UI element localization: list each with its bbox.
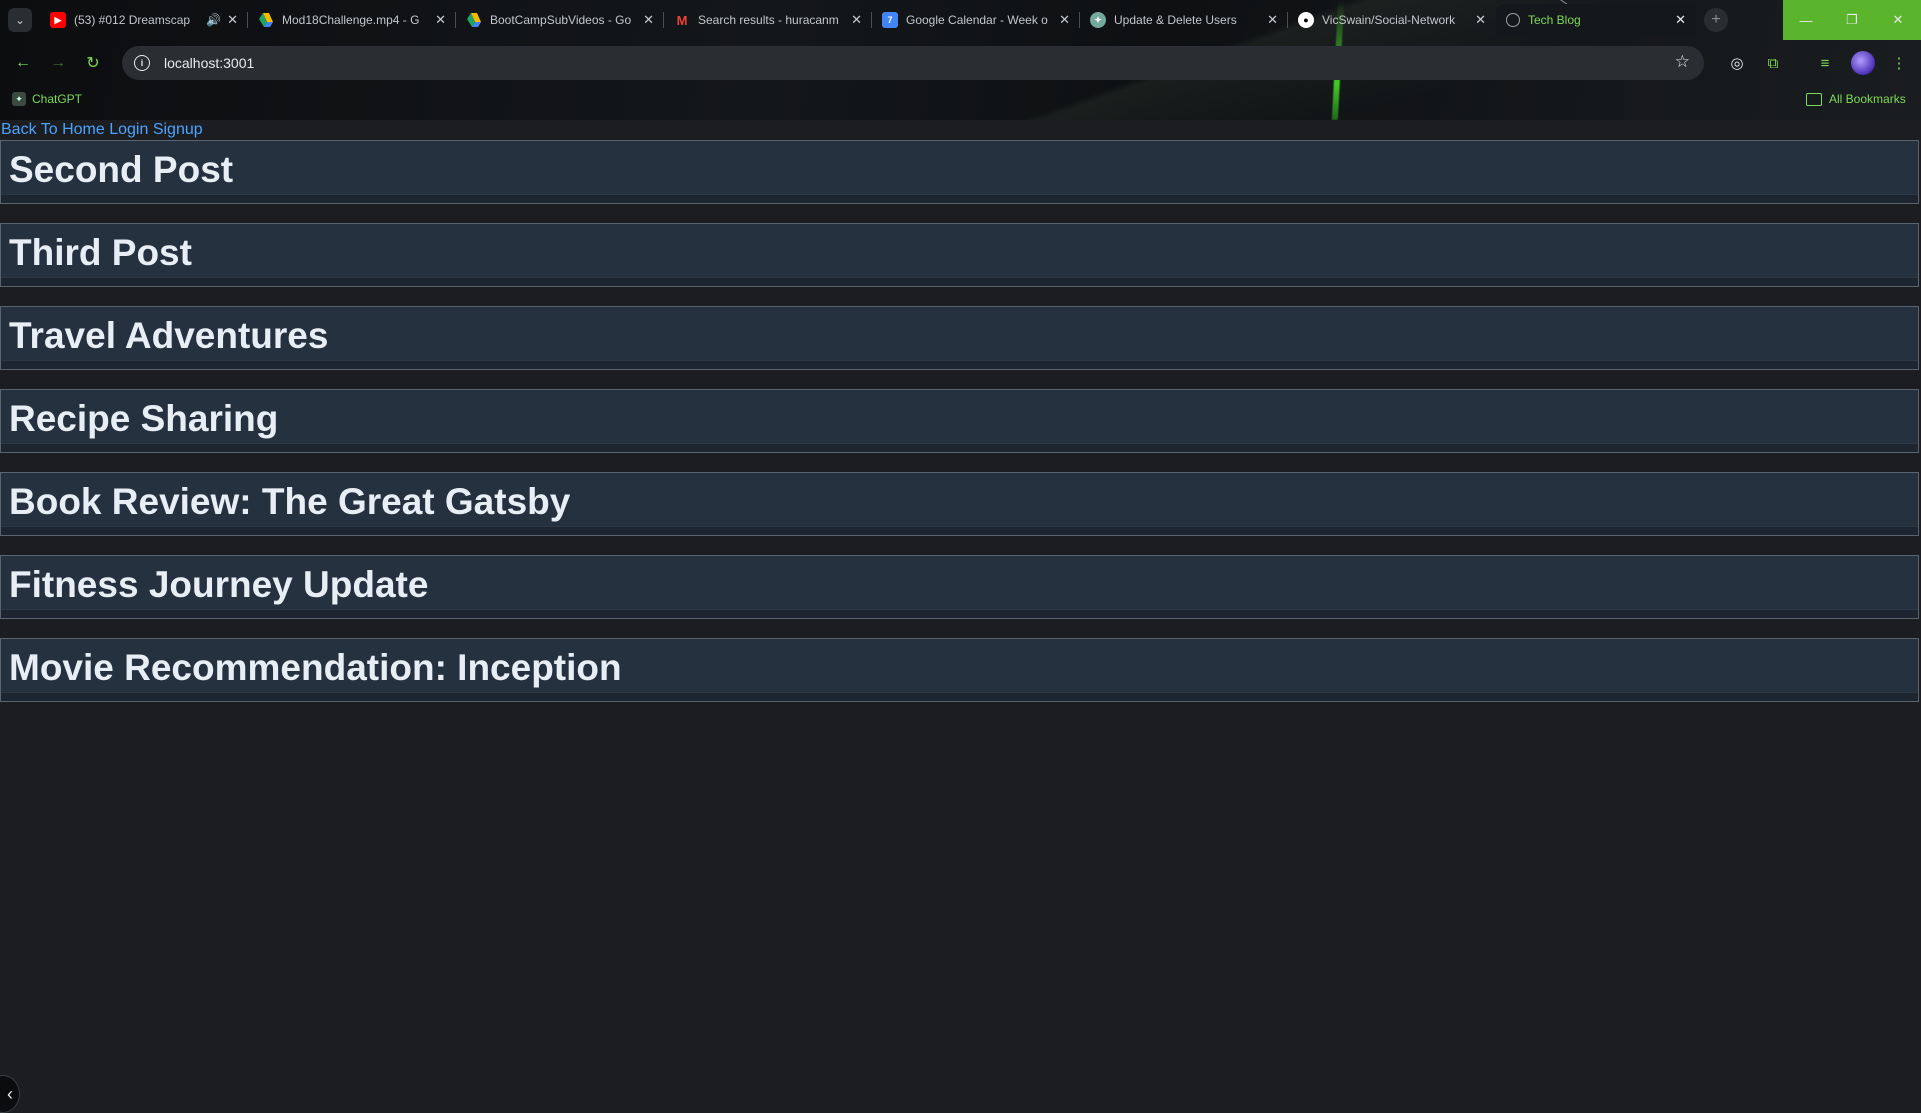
folder-icon xyxy=(1806,92,1822,106)
tab-tech-blog-active[interactable]: Tech Blog ✕ xyxy=(1496,4,1696,36)
tab-title: Search results - huracanm xyxy=(698,13,839,27)
close-tab-icon[interactable]: ✕ xyxy=(1059,12,1070,28)
post-title[interactable]: Travel Adventures xyxy=(9,315,328,357)
minimize-button[interactable]: — xyxy=(1783,0,1829,40)
incognito-extension-icon[interactable]: ◎ xyxy=(1726,52,1748,74)
extensions-puzzle-icon[interactable]: ⧉ xyxy=(1762,52,1784,74)
all-bookmarks-button[interactable]: All Bookmarks xyxy=(1806,92,1906,106)
post-card[interactable]: Recipe Sharing xyxy=(0,389,1919,453)
close-tab-icon[interactable]: ✕ xyxy=(1475,12,1486,28)
post-title[interactable]: Fitness Journey Update xyxy=(9,564,428,606)
globe-icon xyxy=(1506,13,1520,27)
post-card[interactable]: Fitness Journey Update xyxy=(0,555,1919,619)
google-calendar-icon: 7 xyxy=(882,12,898,28)
chatgpt-icon: ✦ xyxy=(12,92,26,106)
close-tab-icon[interactable]: ✕ xyxy=(643,12,654,28)
chatgpt-icon: ✦ xyxy=(1090,12,1106,28)
tab-title: Update & Delete Users xyxy=(1114,13,1237,27)
back-to-home-link[interactable]: Back To Home xyxy=(1,121,105,138)
bookmark-star-icon[interactable]: ☆ xyxy=(1675,52,1690,72)
site-nav: Back To Home Login Signup xyxy=(1,120,203,140)
post-card[interactable]: Movie Recommendation: Inception xyxy=(0,638,1919,702)
all-bookmarks-label: All Bookmarks xyxy=(1829,92,1906,106)
close-tab-icon[interactable]: ✕ xyxy=(851,12,862,28)
reload-icon[interactable]: ↻ xyxy=(80,50,106,76)
post-card[interactable]: Second Post xyxy=(0,140,1919,204)
tab-title: Google Calendar - Week o xyxy=(906,13,1048,27)
post-card-footer xyxy=(1,443,1918,452)
site-info-icon[interactable]: i xyxy=(134,55,150,71)
close-tab-icon[interactable]: ✕ xyxy=(1267,12,1278,28)
post-card[interactable]: Travel Adventures xyxy=(0,306,1919,370)
new-tab-button[interactable]: + xyxy=(1704,8,1728,32)
tab-title: Tech Blog xyxy=(1528,13,1581,27)
tab-drive-2[interactable]: BootCampSubVideos - Go ✕ xyxy=(456,4,664,36)
login-link[interactable]: Login xyxy=(109,121,148,138)
google-drive-icon xyxy=(258,12,274,28)
close-tab-icon[interactable]: ✕ xyxy=(435,12,446,28)
post-title[interactable]: Recipe Sharing xyxy=(9,398,278,440)
post-title[interactable]: Third Post xyxy=(9,232,192,274)
post-card-footer xyxy=(1,194,1918,203)
audio-icon[interactable]: 🔊 xyxy=(206,13,221,27)
gmail-icon: M xyxy=(676,12,688,28)
close-window-button[interactable]: ✕ xyxy=(1875,0,1921,40)
reading-list-icon[interactable]: ≡ xyxy=(1814,52,1836,74)
post-card-footer xyxy=(1,609,1918,618)
tab-drive-1[interactable]: Mod18Challenge.mp4 - G ✕ xyxy=(248,4,456,36)
post-title[interactable]: Movie Recommendation: Inception xyxy=(9,647,622,689)
more-menu-icon[interactable]: ⋮ xyxy=(1888,52,1910,74)
tab-search-chevron-icon[interactable]: ⌄ xyxy=(8,8,32,32)
tab-title: VicSwain/Social-Network xyxy=(1322,13,1456,27)
back-arrow-icon[interactable]: ← xyxy=(10,50,36,76)
post-card-footer xyxy=(1,692,1918,701)
tab-chatgpt[interactable]: ✦ Update & Delete Users ✕ xyxy=(1080,4,1288,36)
tab-youtube[interactable]: ▶ (53) #012 Dreamscap 🔊 ✕ xyxy=(40,4,248,36)
bookmark-chatgpt[interactable]: ✦ ChatGPT xyxy=(12,92,82,106)
post-card-footer xyxy=(1,526,1918,535)
post-card[interactable]: Third Post xyxy=(0,223,1919,287)
page-content: Back To Home Login Signup Second Post Th… xyxy=(0,120,1921,1113)
tab-calendar[interactable]: 7 Google Calendar - Week o ✕ xyxy=(872,4,1080,36)
post-card-footer xyxy=(1,277,1918,286)
forward-arrow-icon[interactable]: → xyxy=(45,50,71,76)
tab-gmail[interactable]: M Search results - huracanm ✕ xyxy=(664,4,872,36)
tab-strip: ⌄ ▶ (53) #012 Dreamscap 🔊 ✕ Mod18Challen… xyxy=(0,0,1921,40)
bookmarks-bar: ✦ ChatGPT All Bookmarks xyxy=(0,88,1921,112)
google-drive-icon xyxy=(466,12,482,28)
github-icon: ● xyxy=(1298,12,1314,28)
browser-chrome: ⌄ ▶ (53) #012 Dreamscap 🔊 ✕ Mod18Challen… xyxy=(0,0,1921,120)
tab-github[interactable]: ● VicSwain/Social-Network ✕ xyxy=(1288,4,1496,36)
tab-title: BootCampSubVideos - Go xyxy=(490,13,632,27)
close-tab-icon[interactable]: ✕ xyxy=(227,12,238,28)
tab-title: Mod18Challenge.mp4 - G xyxy=(282,13,420,27)
post-card-footer xyxy=(1,360,1918,369)
youtube-icon: ▶ xyxy=(50,12,66,28)
close-tab-icon[interactable]: ✕ xyxy=(1675,12,1686,28)
tab-title: (53) #012 Dreamscap xyxy=(74,13,191,27)
post-card[interactable]: Book Review: The Great Gatsby xyxy=(0,472,1919,536)
restore-button[interactable]: ❐ xyxy=(1829,0,1875,40)
profile-avatar[interactable] xyxy=(1851,51,1875,75)
bookmark-label: ChatGPT xyxy=(32,92,83,106)
signup-link[interactable]: Signup xyxy=(153,121,203,138)
post-title[interactable]: Second Post xyxy=(9,149,233,191)
url-text[interactable]: localhost:3001 xyxy=(164,55,254,71)
browser-toolbar: ← → ↻ i localhost:3001 ☆ ◎ ⧉ ≡ ⋮ xyxy=(0,40,1921,86)
side-panel-chevron-left-icon[interactable]: ‹ xyxy=(0,1075,20,1113)
post-title[interactable]: Book Review: The Great Gatsby xyxy=(9,481,570,523)
address-bar[interactable]: i localhost:3001 ☆ xyxy=(122,46,1704,80)
